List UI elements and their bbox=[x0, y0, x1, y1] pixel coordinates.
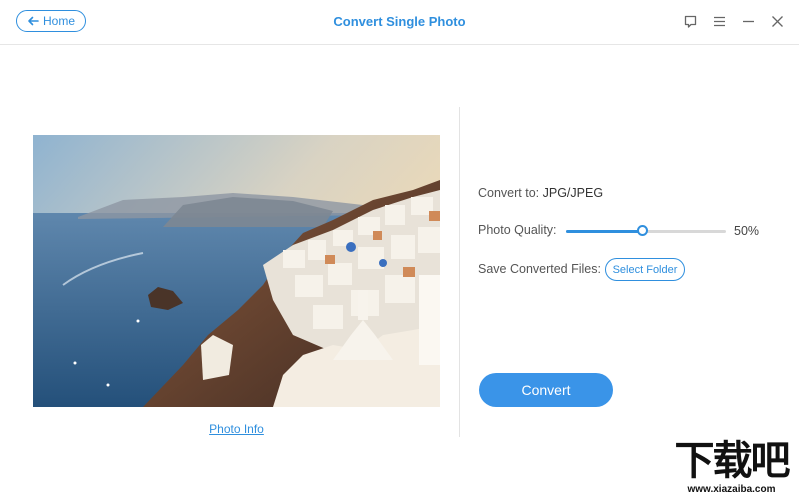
convert-to-row: Convert to: JPG/JPEG bbox=[478, 186, 603, 200]
panel-divider bbox=[459, 107, 460, 437]
quality-slider-fill bbox=[566, 230, 643, 233]
title-bar: Home Convert Single Photo bbox=[0, 0, 799, 45]
quality-slider[interactable] bbox=[566, 225, 726, 236]
watermark-logo: 下载吧 www.xiazaiba.com bbox=[664, 439, 799, 495]
convert-to-value: JPG/JPEG bbox=[542, 186, 604, 200]
feedback-icon[interactable] bbox=[683, 14, 698, 29]
minimize-icon[interactable] bbox=[741, 14, 756, 29]
convert-to-label: Convert to: bbox=[478, 186, 540, 200]
window-controls bbox=[683, 14, 785, 29]
quality-value: 50% bbox=[734, 224, 760, 238]
convert-button[interactable]: Convert bbox=[479, 373, 613, 407]
santorini-photo bbox=[33, 135, 440, 407]
close-icon[interactable] bbox=[770, 14, 785, 29]
watermark-url: www.xiazaiba.com bbox=[664, 484, 799, 495]
photo-quality-label: Photo Quality: bbox=[478, 223, 557, 237]
quality-slider-thumb[interactable] bbox=[636, 225, 648, 236]
select-folder-button[interactable]: Select Folder bbox=[605, 258, 685, 281]
photo-preview bbox=[33, 135, 440, 407]
photo-info-link[interactable]: Photo Info bbox=[33, 422, 440, 436]
menu-icon[interactable] bbox=[712, 14, 727, 29]
watermark-text: 下载吧 bbox=[674, 438, 791, 484]
page-title: Convert Single Photo bbox=[333, 14, 466, 29]
save-converted-label: Save Converted Files: bbox=[478, 262, 601, 276]
